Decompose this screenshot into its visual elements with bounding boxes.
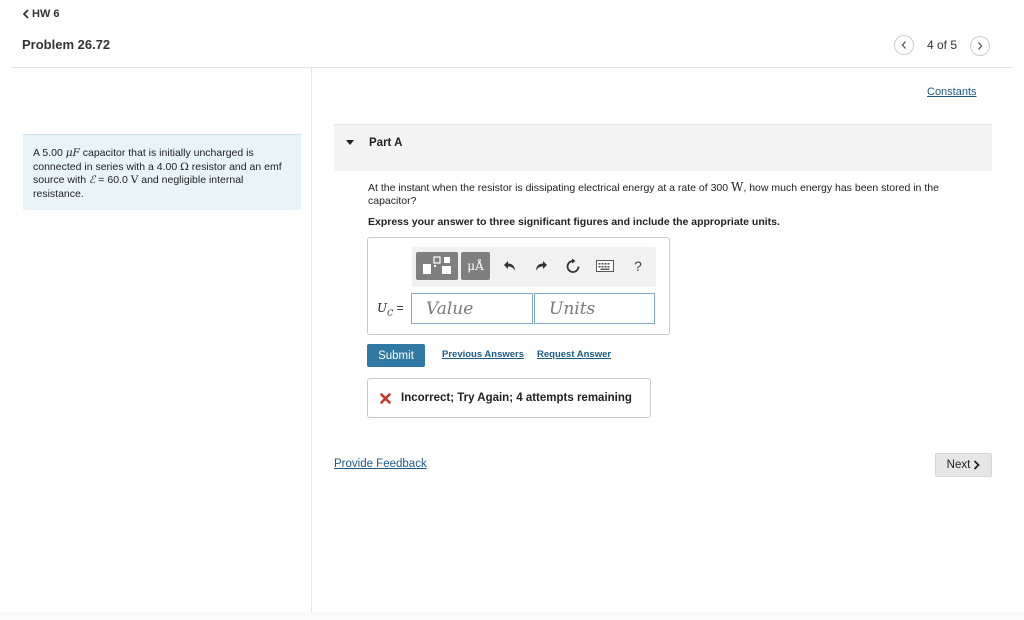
units-button[interactable]: μÅ (461, 252, 490, 280)
power-unit: W (731, 180, 744, 194)
reset-button[interactable] (563, 256, 583, 276)
part-a-label: Part A (369, 137, 403, 149)
value-input[interactable] (411, 293, 533, 324)
next-button-label: Next (946, 459, 971, 471)
question-part: At the instant when the resistor is diss… (368, 182, 732, 194)
chevron-right-icon (978, 42, 983, 50)
undo-button[interactable] (500, 256, 520, 276)
chevron-right-icon (974, 460, 981, 470)
feedback-text: Incorrect; Try Again; 4 attempts remaini… (401, 392, 632, 404)
templates-button[interactable] (416, 252, 458, 280)
undo-icon (504, 261, 515, 271)
request-answer-link[interactable]: Request Answer (537, 349, 611, 360)
answer-instruction: Express your answer to three significant… (368, 216, 780, 228)
problem-text: = 60.0 (95, 174, 131, 186)
back-link-label: HW 6 (32, 8, 60, 20)
chevron-left-icon (901, 41, 906, 49)
next-problem-button[interactable] (970, 36, 990, 56)
caret-down-icon[interactable] (345, 139, 355, 146)
header-divider (12, 67, 1013, 68)
redo-button[interactable] (531, 256, 551, 276)
question-text: At the instant when the resistor is diss… (368, 181, 968, 208)
help-button[interactable]: ? (628, 256, 648, 276)
x-mark-icon (380, 392, 391, 404)
equals-sign: = (393, 301, 404, 315)
answer-variable-label: UC = (377, 301, 404, 317)
feedback-message-box: Incorrect; Try Again; 4 attempts remaini… (367, 378, 651, 418)
keyboard-icon (596, 260, 614, 272)
provide-feedback-link[interactable]: Provide Feedback (334, 458, 427, 470)
reset-icon (566, 258, 580, 273)
bottom-band (0, 612, 1024, 620)
previous-answers-link[interactable]: Previous Answers (442, 349, 524, 360)
chevron-left-icon (22, 9, 29, 19)
page-count: 4 of 5 (926, 38, 958, 52)
previous-problem-button[interactable] (894, 35, 914, 55)
variable-symbol: U (377, 301, 388, 315)
column-divider (311, 68, 312, 620)
keyboard-button[interactable] (594, 258, 616, 274)
part-a-header[interactable] (334, 124, 992, 171)
units-input[interactable] (534, 293, 655, 324)
capacitance-unit: μF (65, 147, 80, 159)
back-to-hw-link[interactable]: HW 6 (22, 8, 60, 20)
problem-statement: A 5.00 μF capacitor that is initially un… (23, 134, 301, 210)
redo-icon (536, 261, 547, 271)
problem-text: A 5.00 (33, 147, 66, 159)
next-button[interactable]: Next (935, 453, 992, 477)
templates-icon (423, 256, 451, 274)
constants-link[interactable]: Constants (927, 86, 977, 98)
resistance-unit: Ω (180, 160, 189, 173)
problem-title: Problem 26.72 (22, 37, 111, 52)
submit-button[interactable]: Submit (367, 344, 425, 367)
